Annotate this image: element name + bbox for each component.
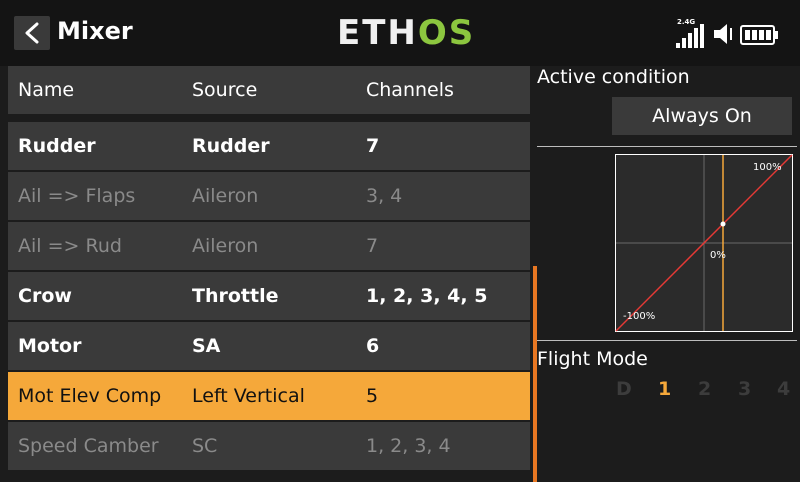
flight-mode-label: Flight Mode (537, 348, 648, 370)
mix-channels: 7 (366, 135, 380, 157)
page-title: Mixer (57, 17, 133, 45)
column-header-source: Source (192, 79, 258, 101)
mix-name: Speed Camber (18, 435, 159, 457)
mixer-table: Name Source Channels Rudder Rudder 7 Ail… (8, 66, 537, 482)
mix-source: Left Vertical (192, 385, 305, 407)
mix-source: Aileron (192, 235, 259, 257)
flight-mode-2[interactable]: 2 (698, 378, 711, 400)
column-header-name: Name (18, 79, 75, 101)
divider (537, 146, 797, 147)
back-button[interactable] (14, 16, 50, 50)
mix-name: Ail => Flaps (18, 185, 136, 207)
table-row[interactable]: Ail => Rud Aileron 7 (8, 222, 530, 270)
mix-curve-graph: 100% 0% -100% (615, 154, 793, 332)
mix-channels: 6 (366, 335, 380, 357)
table-row[interactable]: Rudder Rudder 7 (8, 122, 530, 170)
mix-name: Rudder (18, 135, 96, 157)
mix-source: SC (192, 435, 218, 457)
flight-mode-d[interactable]: D (616, 378, 632, 400)
table-header: Name Source Channels (8, 66, 530, 114)
mix-channels: 1, 2, 3, 4 (366, 435, 451, 457)
ethos-logo: ETHOS (337, 13, 476, 53)
mix-name: Crow (18, 285, 72, 307)
mix-name: Motor (18, 335, 82, 357)
mix-source: SA (192, 335, 221, 357)
mix-channels: 7 (366, 235, 379, 257)
active-condition-button[interactable]: Always On (612, 97, 792, 135)
mix-source: Rudder (192, 135, 270, 157)
column-header-channels: Channels (366, 79, 454, 101)
radio-band-label: 2.4G (677, 18, 696, 26)
mix-details-panel: Active condition Always On 100% 0% -100%… (530, 66, 800, 480)
mix-name: Mot Elev Comp (18, 385, 162, 407)
table-row[interactable]: Ail => Flaps Aileron 3, 4 (8, 172, 530, 220)
mix-channels: 5 (366, 385, 379, 407)
battery-icon (740, 25, 778, 45)
table-row[interactable]: Motor SA 6 (8, 322, 530, 370)
mix-channels: 3, 4 (366, 185, 403, 207)
top-bar: Mixer ETHOS 2.4G (0, 0, 800, 66)
divider (537, 340, 797, 341)
back-arrow-icon (25, 22, 39, 44)
cursor-point (720, 221, 726, 227)
flight-mode-4[interactable]: 4 (777, 378, 790, 400)
mix-name: Ail => Rud (18, 235, 122, 257)
table-row[interactable]: Speed Camber SC 1, 2, 3, 4 (8, 422, 530, 470)
flight-mode-1[interactable]: 1 (658, 378, 671, 400)
mix-source: Aileron (192, 185, 259, 207)
mix-source: Throttle (192, 285, 279, 307)
curve-label-mid: 0% (710, 250, 726, 261)
active-condition-label: Active condition (537, 66, 690, 88)
flight-mode-3[interactable]: 3 (738, 378, 751, 400)
speaker-icon (714, 24, 732, 44)
curve-label-min: -100% (623, 311, 655, 322)
mix-channels: 1, 2, 3, 4, 5 (366, 285, 488, 307)
table-row-selected[interactable]: Mot Elev Comp Left Vertical 5 (8, 372, 530, 420)
curve-label-max: 100% (753, 162, 782, 173)
status-icons: 2.4G (676, 18, 788, 48)
table-row[interactable]: Crow Throttle 1, 2, 3, 4, 5 (8, 272, 530, 320)
